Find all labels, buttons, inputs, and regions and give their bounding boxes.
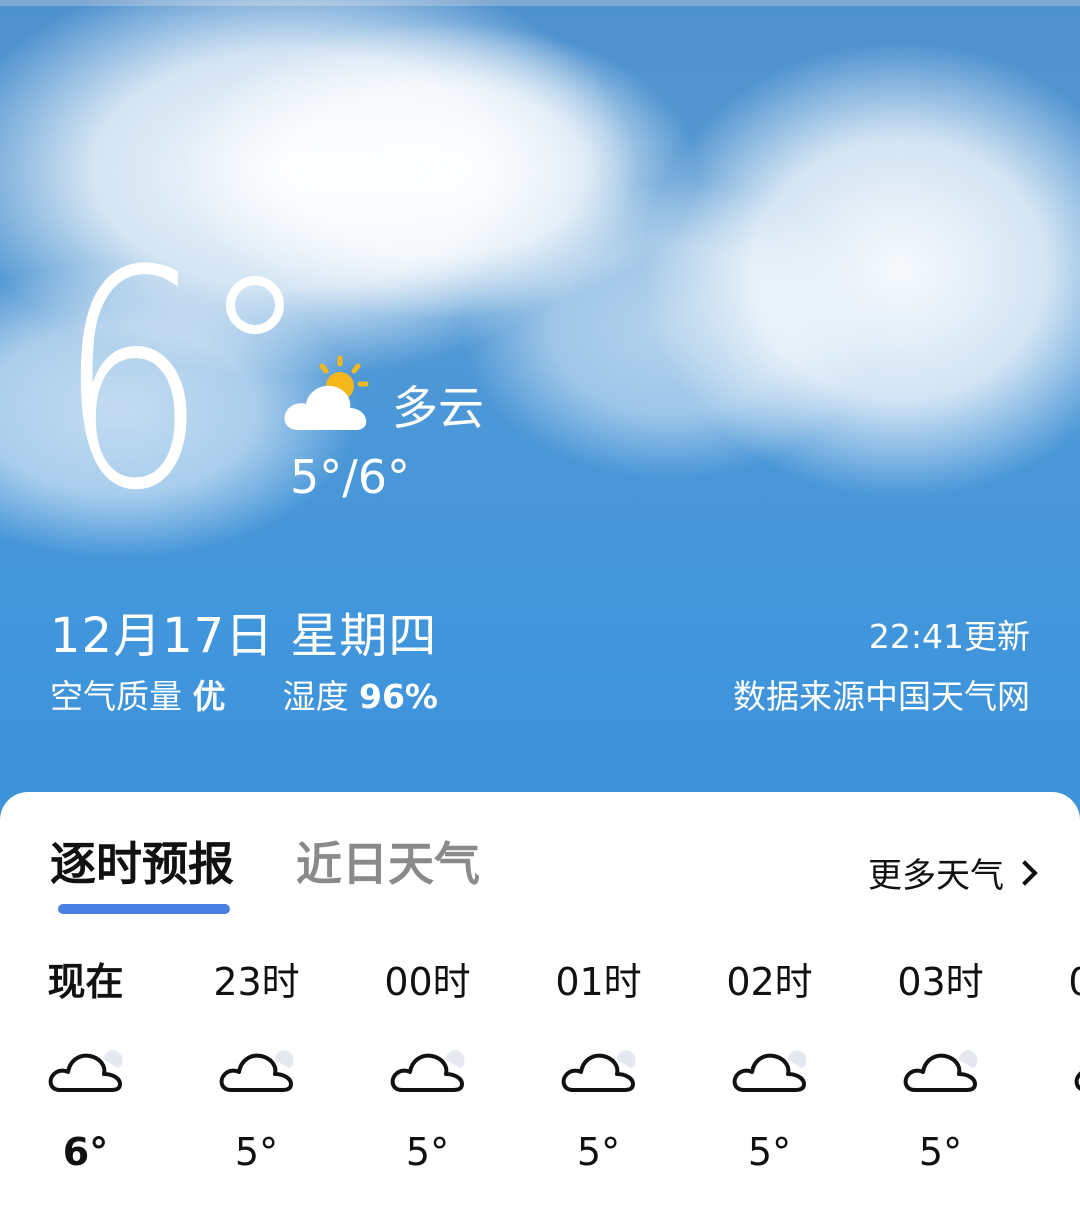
hourly-item: 00时 5° bbox=[342, 952, 513, 1174]
hour-temperature: 5° bbox=[234, 1130, 279, 1174]
update-time: 22:41更新 bbox=[868, 617, 1030, 656]
hour-temperature: 5° bbox=[576, 1130, 621, 1174]
more-weather-link[interactable]: 更多天气 bbox=[868, 848, 1038, 897]
air-quality-label: 空气质量 bbox=[50, 677, 182, 716]
condition-text: 多云 bbox=[392, 381, 484, 435]
hourly-item: 01时 5° bbox=[513, 952, 684, 1174]
hour-label: 23时 bbox=[213, 960, 300, 1004]
background-cloud bbox=[460, 180, 880, 480]
hourly-item: 03时 5° bbox=[855, 952, 1026, 1174]
hour-temperature: 5° bbox=[747, 1130, 792, 1174]
active-tab-indicator bbox=[58, 904, 230, 914]
cloud-icon bbox=[48, 1050, 122, 1092]
forecast-sheet: 逐时预报 近日天气 更多天气 现在 6° 23时 5° 00时 5° 01时 5° 02时 5° 0… bbox=[0, 792, 1080, 1215]
hour-temperature: 5° bbox=[1026, 1130, 1080, 1174]
hour-label: 现在 bbox=[47, 960, 124, 1004]
tab-daily-weather[interactable]: 近日天气 bbox=[296, 828, 480, 894]
hour-label: 03时 bbox=[897, 960, 984, 1004]
hourly-item: 02时 5° bbox=[684, 952, 855, 1174]
cloud-icon bbox=[1074, 1071, 1080, 1091]
hour-temperature: 6° bbox=[62, 1130, 109, 1174]
humidity-label: 湿度 bbox=[282, 677, 349, 716]
hour-temperature: 5° bbox=[405, 1130, 450, 1174]
cloud-icon bbox=[390, 1050, 464, 1092]
data-source: 数据来源中国天气网 bbox=[733, 677, 1030, 716]
current-temperature: 6 bbox=[58, 207, 207, 556]
hourly-item: 现在 6° bbox=[0, 952, 171, 1174]
degree-icon bbox=[226, 276, 284, 334]
hourly-forecast-list[interactable]: 现在 6° 23时 5° 00时 5° 01时 5° 02时 5° 03时 5° 04时 5° bbox=[0, 952, 1080, 1212]
partly-cloudy-icon bbox=[284, 355, 369, 430]
humidity-value: 96% bbox=[359, 677, 438, 716]
hourly-item: 23时 5° bbox=[171, 952, 342, 1174]
hour-label: 02时 bbox=[726, 960, 813, 1004]
hour-label: 01时 bbox=[555, 960, 642, 1004]
tab-hourly-forecast[interactable]: 逐时预报 bbox=[50, 828, 234, 894]
cloud-icon bbox=[903, 1050, 977, 1092]
cloud-icon bbox=[561, 1050, 635, 1092]
cloud-icon bbox=[219, 1050, 293, 1092]
hour-label: 00时 bbox=[384, 960, 471, 1004]
temperature-range: 5°/6° bbox=[290, 450, 411, 504]
hourly-item: 04时 5° bbox=[1026, 952, 1080, 1174]
hour-label: 04时 bbox=[1026, 952, 1080, 1012]
date-text: 12月17日 星期四 bbox=[50, 608, 438, 664]
air-humidity-row: 空气质量 优 湿度 96% bbox=[50, 670, 438, 718]
air-quality-value: 优 bbox=[192, 677, 226, 716]
more-weather-label: 更多天气 bbox=[868, 856, 1004, 896]
chevron-right-icon bbox=[1012, 859, 1038, 886]
cloud-icon bbox=[732, 1050, 806, 1092]
weather-hero: 6 多云 5°/6° 12月17日 星期四 空气质量 优 湿度 96% 22:4… bbox=[0, 0, 1080, 840]
hour-temperature: 5° bbox=[918, 1130, 963, 1174]
